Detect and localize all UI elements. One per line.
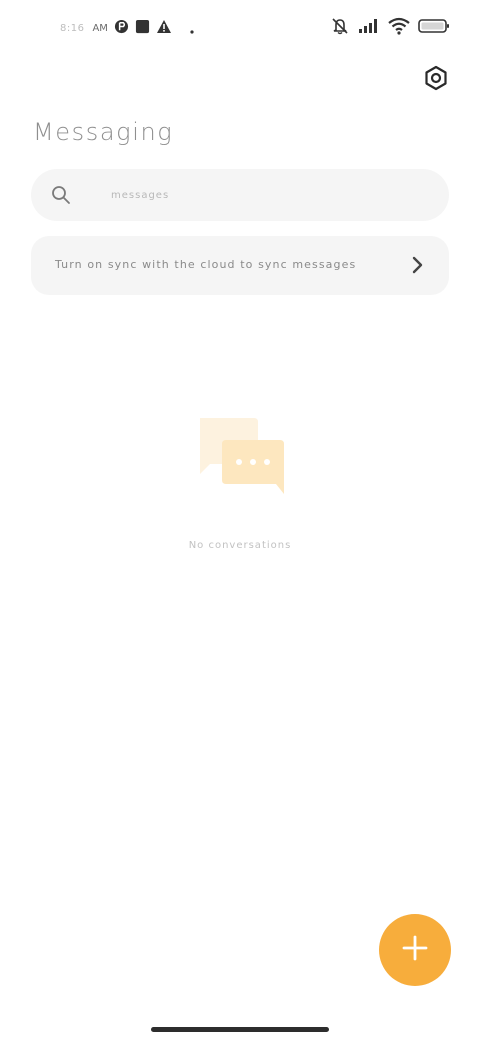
- muted-bell-icon: [330, 17, 350, 39]
- warning-icon: [156, 19, 172, 38]
- battery-icon: [418, 18, 450, 38]
- search-bar[interactable]: [31, 169, 449, 221]
- dot-icon: [190, 19, 194, 38]
- chevron-right-icon: [409, 256, 425, 274]
- signal-icon: [358, 18, 380, 38]
- wifi-icon: [388, 17, 410, 39]
- search-icon: [51, 185, 71, 205]
- status-bar: 8:16 AM: [0, 0, 480, 56]
- settings-gear-icon: [423, 65, 449, 95]
- status-left: 8:16 AM: [60, 18, 194, 38]
- sync-banner[interactable]: Turn on sync with the cloud to sync mess…: [31, 236, 449, 295]
- app-notification-icon: [114, 19, 129, 38]
- square-notification-icon: [135, 19, 150, 38]
- status-right: [330, 16, 450, 40]
- new-conversation-button[interactable]: [379, 914, 451, 986]
- settings-button[interactable]: [422, 65, 450, 95]
- empty-state-text: No conversations: [188, 540, 292, 551]
- sync-banner-text: Turn on sync with the cloud to sync mess…: [55, 258, 357, 271]
- chat-bubbles-icon: [196, 416, 286, 496]
- search-input[interactable]: [111, 185, 411, 205]
- status-time: 8:16: [60, 22, 85, 34]
- plus-icon: [402, 935, 428, 965]
- page-title: Messaging: [33, 118, 174, 146]
- status-ampm: AM: [92, 22, 108, 34]
- home-indicator[interactable]: [151, 1027, 329, 1032]
